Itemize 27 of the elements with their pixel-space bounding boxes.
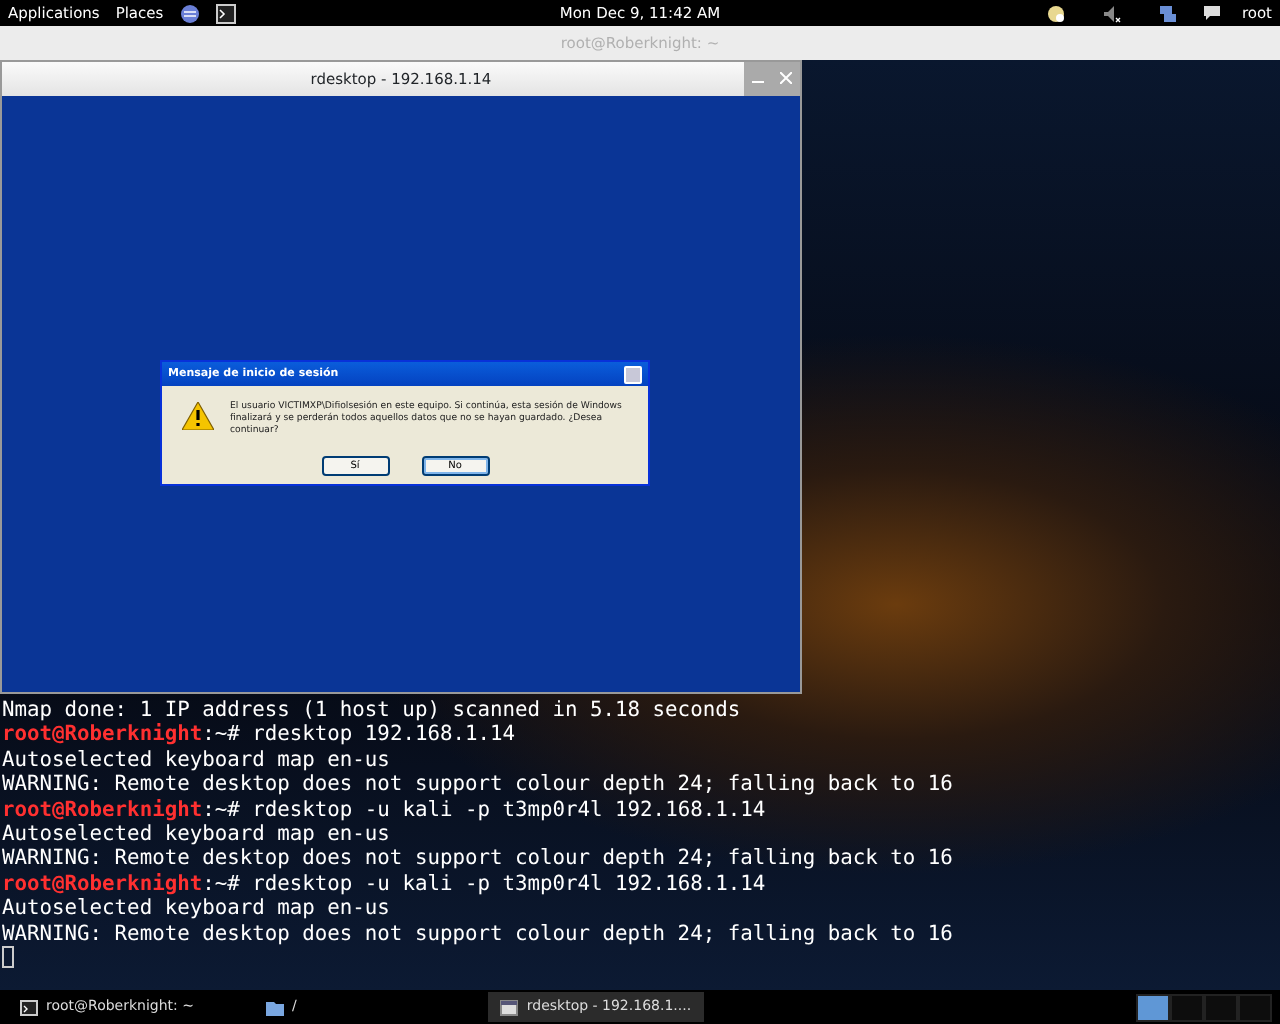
terminal-command: rdesktop 192.168.1.14 <box>252 722 515 747</box>
muted-speaker-icon[interactable] <box>1101 1 1122 25</box>
chat-icon[interactable] <box>1201 1 1222 25</box>
terminal-output-line: WARNING: Remote desktop does not support colour depth 24; falling back to 16 <box>2 846 953 871</box>
terminal-output-line: Autoselected keyboard map en-us <box>2 822 390 847</box>
prompt-user: root@Roberknight <box>2 722 203 747</box>
workspace-button[interactable] <box>1136 993 1170 1021</box>
text-cursor <box>2 946 14 969</box>
terminal-command: rdesktop -u kali -p t3mp0r4l 192.168.1.14 <box>252 797 766 822</box>
terminal-icon[interactable] <box>215 1 236 25</box>
close-button[interactable] <box>624 365 642 383</box>
network-icon[interactable] <box>1157 1 1178 25</box>
prompt-user: root@Roberknight <box>2 871 203 896</box>
terminal-command: rdesktop -u kali -p t3mp0r4l 192.168.1.14 <box>252 871 766 896</box>
prompt-path: :~# <box>202 797 242 822</box>
terminal-icon <box>20 997 38 1017</box>
window-icon <box>500 997 519 1017</box>
close-icon <box>780 71 792 84</box>
terminal-output-line: WARNING: Remote desktop does not support colour depth 24; falling back to 16 <box>2 772 953 797</box>
terminal-output-line: Nmap done: 1 IP address (1 host up) scanned in 5.18 seconds <box>2 698 741 722</box>
prompt-path: :~# <box>202 871 242 896</box>
terminal-output-line: Autoselected keyboard map en-us <box>2 896 390 921</box>
terminal-output-line: WARNING: Remote desktop does not support colour depth 24; falling back to 16 <box>2 921 953 946</box>
folder-icon <box>266 997 285 1017</box>
terminal-output-line: Autoselected keyboard map en-us <box>2 747 390 772</box>
prompt-user: root@Roberknight <box>2 797 203 822</box>
prompt-path: :~# <box>202 722 242 747</box>
